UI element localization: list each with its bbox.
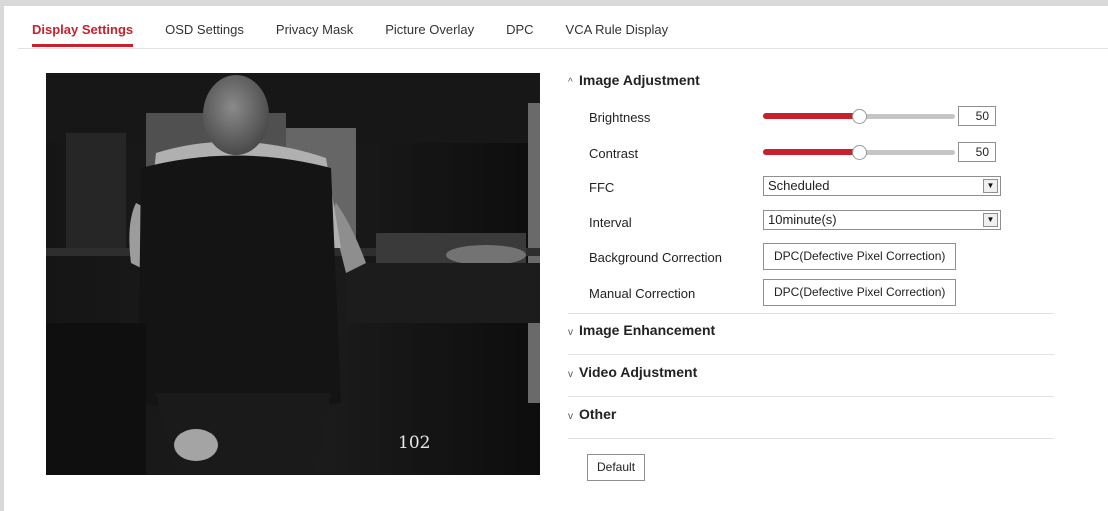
tab-dpc[interactable]: DPC — [506, 18, 533, 37]
section-divider — [568, 438, 1054, 439]
section-divider — [568, 354, 1054, 355]
section-divider — [568, 313, 1054, 314]
chevron-up-icon: ^ — [568, 77, 573, 88]
tabs-underline — [18, 48, 1108, 49]
section-divider — [568, 396, 1054, 397]
section-title: Image Enhancement — [579, 322, 716, 338]
slider-fill — [763, 149, 859, 155]
slider-thumb[interactable] — [852, 109, 867, 124]
settings-tabs: Display Settings OSD Settings Privacy Ma… — [18, 18, 700, 48]
live-video-preview: 102 — [46, 73, 540, 475]
tab-vca-rule-display[interactable]: VCA Rule Display — [566, 18, 669, 37]
chevron-down-icon: v — [568, 327, 573, 338]
interval-select[interactable]: 10minute(s) ▼ — [763, 210, 1001, 230]
tab-osd-settings[interactable]: OSD Settings — [165, 18, 244, 37]
tab-display-settings[interactable]: Display Settings — [32, 18, 134, 47]
chevron-down-icon: v — [568, 411, 573, 422]
dropdown-arrow-icon[interactable]: ▼ — [983, 213, 998, 227]
interval-selected-value: 10minute(s) — [768, 212, 837, 227]
section-image-enhancement[interactable]: v Image Enhancement — [568, 322, 715, 338]
section-video-adjustment[interactable]: v Video Adjustment — [568, 364, 697, 380]
tab-picture-overlay[interactable]: Picture Overlay — [385, 18, 474, 37]
osd-overlay-number: 102 — [398, 433, 431, 453]
section-title: Other — [579, 406, 617, 422]
contrast-value-input[interactable]: 50 — [958, 142, 996, 162]
interval-label: Interval — [589, 215, 632, 230]
tab-privacy-mask[interactable]: Privacy Mask — [276, 18, 353, 37]
section-title: Video Adjustment — [579, 364, 698, 380]
section-image-adjustment[interactable]: ^ Image Adjustment — [568, 72, 700, 88]
section-other[interactable]: v Other — [568, 406, 616, 422]
ffc-selected-value: Scheduled — [768, 178, 830, 193]
contrast-slider[interactable] — [763, 145, 955, 161]
manual-correction-label: Manual Correction — [589, 286, 696, 301]
brightness-label: Brightness — [589, 110, 651, 125]
slider-thumb[interactable] — [852, 145, 867, 160]
chevron-down-icon: v — [568, 369, 573, 380]
window-left-border — [0, 6, 4, 511]
window-top-border — [0, 0, 1108, 6]
thermal-image — [46, 73, 540, 475]
section-title: Image Adjustment — [579, 72, 700, 88]
brightness-value-input[interactable]: 50 — [958, 106, 996, 126]
background-correction-dpc-button[interactable]: DPC(Defective Pixel Correction) — [763, 243, 957, 270]
dropdown-arrow-icon[interactable]: ▼ — [983, 179, 998, 193]
manual-correction-dpc-button[interactable]: DPC(Defective Pixel Correction) — [763, 279, 957, 306]
brightness-slider[interactable] — [763, 109, 955, 125]
contrast-label: Contrast — [589, 146, 639, 161]
background-correction-label: Background Correction — [589, 250, 722, 265]
ffc-label: FFC — [589, 180, 615, 195]
slider-fill — [763, 113, 859, 119]
ffc-select[interactable]: Scheduled ▼ — [763, 176, 1001, 196]
default-button[interactable]: Default — [587, 454, 646, 481]
